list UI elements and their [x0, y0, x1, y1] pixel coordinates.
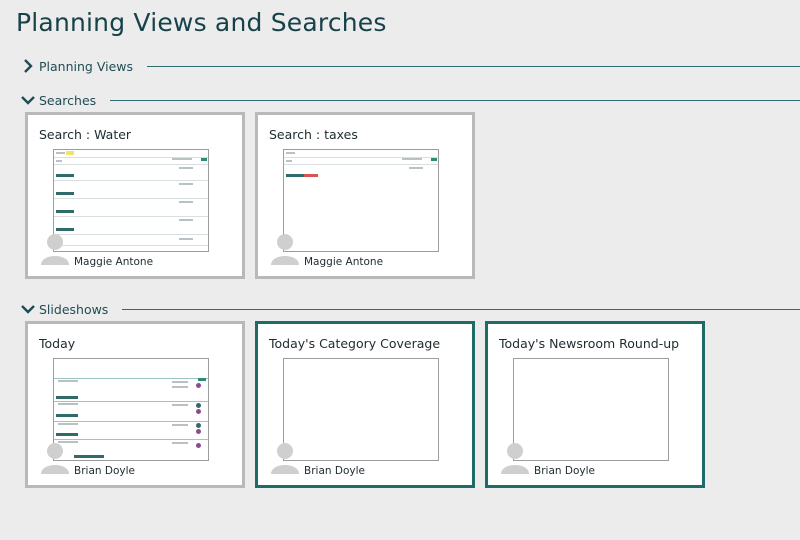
- card-owner: Maggie Antone: [74, 256, 154, 268]
- section-label-planning-views: Planning Views: [39, 58, 133, 74]
- search-card-water[interactable]: Search : Water Maggie Antone: [25, 112, 245, 279]
- card-thumbnail: [283, 149, 439, 252]
- section-divider: [110, 99, 800, 101]
- chevron-down-icon: [21, 96, 35, 105]
- card-title: Search : taxes: [269, 127, 358, 142]
- avatar: [271, 443, 299, 474]
- avatar: [41, 234, 69, 265]
- card-title: Today's Newsroom Round-up: [499, 336, 680, 351]
- card-thumbnail: [513, 358, 669, 461]
- avatar: [501, 443, 529, 474]
- slideshow-card-newsroom-roundup[interactable]: Today's Newsroom Round-up Brian Doyle: [485, 321, 705, 488]
- section-header-planning-views[interactable]: Planning Views: [20, 57, 800, 75]
- card-title: Today: [39, 336, 76, 351]
- card-thumbnail: [283, 358, 439, 461]
- avatar: [41, 443, 69, 474]
- card-title: Today's Category Coverage: [269, 336, 441, 351]
- section-divider: [147, 65, 800, 67]
- slideshow-card-today[interactable]: Today Brian Doyle: [25, 321, 245, 488]
- card-owner: Brian Doyle: [534, 465, 595, 477]
- card-title: Search : Water: [39, 127, 132, 142]
- section-header-slideshows[interactable]: Slideshows: [20, 300, 800, 318]
- chevron-right-icon: [24, 59, 33, 73]
- page-title: Planning Views and Searches: [16, 8, 387, 37]
- section-label-searches: Searches: [39, 92, 97, 108]
- chevron-down-icon: [21, 305, 35, 314]
- card-owner: Brian Doyle: [304, 465, 365, 477]
- slideshow-card-category-coverage[interactable]: Today's Category Coverage Brian Doyle: [255, 321, 475, 488]
- card-thumbnail: [53, 149, 209, 252]
- card-thumbnail: [53, 358, 209, 461]
- avatar: [271, 234, 299, 265]
- card-owner: Maggie Antone: [304, 256, 384, 268]
- section-divider: [122, 308, 800, 310]
- section-label-slideshows: Slideshows: [39, 301, 109, 317]
- section-header-searches[interactable]: Searches: [20, 91, 800, 109]
- search-card-taxes[interactable]: Search : taxes Maggie Antone: [255, 112, 475, 279]
- card-owner: Brian Doyle: [74, 465, 135, 477]
